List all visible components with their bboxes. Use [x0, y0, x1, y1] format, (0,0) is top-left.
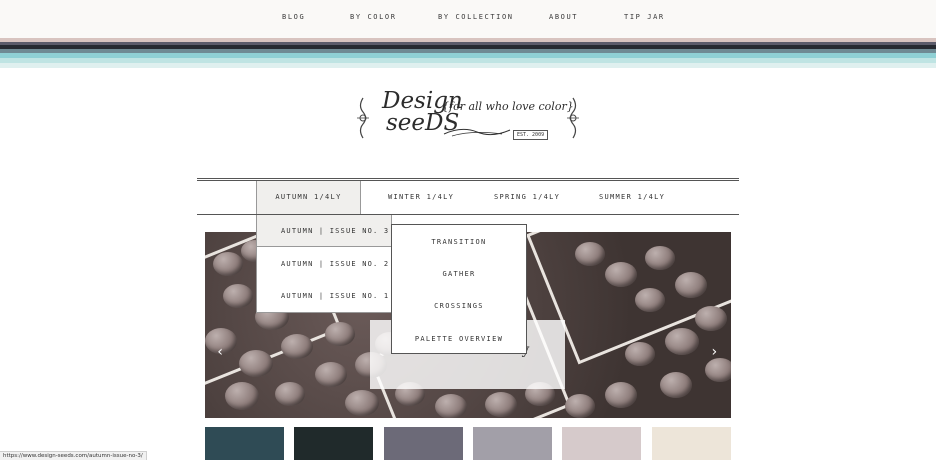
palette-swatch[interactable]	[205, 427, 284, 460]
nut	[213, 252, 243, 276]
nut	[625, 342, 655, 366]
tab-summer[interactable]: SUMMER 1/4LY	[599, 181, 665, 214]
palette-swatch[interactable]	[384, 427, 463, 460]
nut	[281, 334, 313, 359]
nut	[645, 246, 675, 270]
nav-blog-link[interactable]: BLOG	[282, 13, 305, 21]
status-bar-url: https://www.design-seeds.com/autumn-issu…	[0, 451, 147, 460]
palette-swatch[interactable]	[562, 427, 641, 460]
menu-item-issue-2[interactable]: AUTUMN | ISSUE NO. 2	[257, 248, 391, 280]
tab-spring[interactable]: SPRING 1/4LY	[494, 181, 560, 214]
nut	[635, 288, 665, 312]
menu-item-gather[interactable]: GATHER	[392, 258, 526, 290]
menu-item-issue-3[interactable]: AUTUMN | ISSUE NO. 3	[257, 215, 391, 247]
nut	[665, 328, 699, 355]
nut	[575, 242, 605, 266]
menu-item-issue-1[interactable]: AUTUMN | ISSUE NO. 1	[257, 280, 391, 312]
nut	[435, 394, 467, 418]
nut	[315, 362, 347, 387]
palette-swatch[interactable]	[473, 427, 552, 460]
nut	[325, 322, 355, 346]
issue-sections-dropdown: TRANSITION GATHER CROSSINGS PALETTE OVER…	[391, 224, 527, 354]
prev-arrow-icon[interactable]: ‹	[216, 344, 224, 360]
nut	[605, 262, 637, 287]
tab-autumn[interactable]: AUTUMN 1/4LY	[256, 181, 361, 214]
nut	[239, 350, 273, 377]
swash-icon	[443, 128, 511, 137]
autumn-issues-dropdown: AUTUMN | ISSUE NO. 3 AUTUMN | ISSUE NO. …	[256, 215, 392, 313]
collection-navigation: AUTUMN 1/4LY WINTER 1/4LY SPRING 1/4LY S…	[197, 178, 739, 215]
stripe	[0, 63, 936, 68]
ornament-icon	[357, 97, 369, 139]
nav-about-link[interactable]: ABOUT	[549, 13, 578, 21]
top-navigation: BLOG BY COLOR BY COLLECTION ABOUT TIP JA…	[0, 0, 936, 38]
site-logo[interactable]: Design seeDS {for all who love color} ES…	[356, 90, 580, 150]
nut	[660, 372, 692, 398]
palette-swatch[interactable]	[652, 427, 731, 460]
nut	[605, 382, 637, 408]
nav-by-color-link[interactable]: BY COLOR	[350, 13, 397, 21]
nav-tip-jar-link[interactable]: TIP JAR	[624, 13, 665, 21]
nut	[345, 390, 379, 416]
nut	[485, 392, 517, 417]
nut	[705, 358, 731, 382]
logo-tagline: {for all who love color}	[442, 100, 574, 113]
nut	[675, 272, 707, 298]
color-stripe-band	[0, 38, 936, 68]
nav-by-collection-link[interactable]: BY COLLECTION	[438, 13, 514, 21]
nut	[565, 394, 595, 418]
nut	[275, 382, 305, 406]
nut	[225, 382, 259, 410]
menu-item-transition[interactable]: TRANSITION	[392, 226, 526, 258]
menu-item-palette-overview[interactable]: PALETTE OVERVIEW	[392, 323, 526, 355]
palette-swatch[interactable]	[294, 427, 373, 460]
nut	[695, 306, 727, 331]
logo-est-badge: EST. 2009	[513, 130, 549, 140]
menu-item-crossings[interactable]: CROSSINGS	[392, 290, 526, 322]
next-arrow-icon[interactable]: ›	[710, 344, 718, 360]
ornament-icon	[567, 97, 579, 139]
nut	[223, 284, 253, 308]
tab-winter[interactable]: WINTER 1/4LY	[388, 181, 454, 214]
